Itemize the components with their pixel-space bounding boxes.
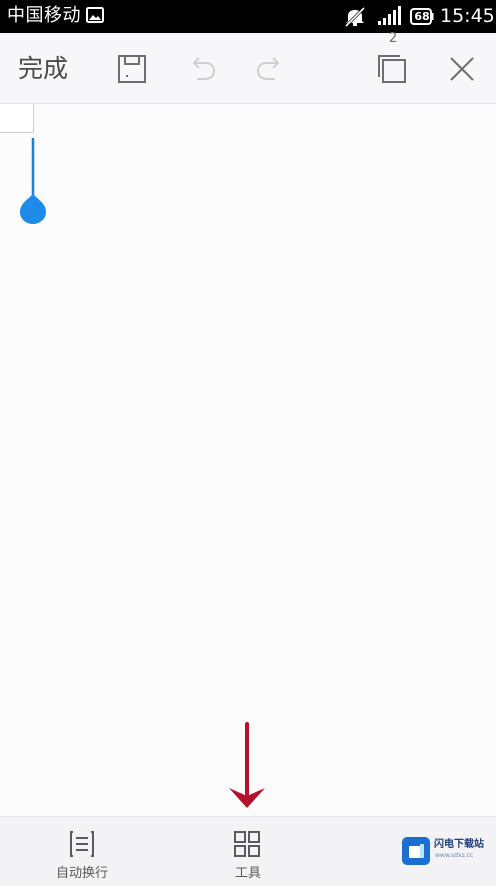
watermark-logo-icon	[402, 837, 430, 865]
done-button[interactable]: 完成	[18, 53, 68, 85]
status-bar: 中国移动 68 15:45	[0, 0, 496, 33]
signal-icon	[378, 6, 401, 25]
document-area[interactable]	[0, 104, 496, 816]
redo-icon[interactable]	[254, 53, 286, 85]
carrier-name: 中国移动	[7, 5, 81, 26]
close-icon[interactable]	[446, 53, 478, 85]
mute-icon	[344, 7, 366, 27]
auto-wrap-icon	[70, 831, 94, 857]
battery-icon: 68	[410, 8, 434, 25]
annotation-arrow	[229, 722, 265, 808]
clock: 15:45	[440, 5, 495, 27]
editor-screen: 中国移动 68 15:45 完成 2 自动换行 工具 闪电下载站 www.sdx…	[0, 0, 496, 886]
tools-label: 工具	[234, 866, 261, 881]
pages-icon[interactable]	[376, 53, 408, 85]
watermark-title: 闪电下载站	[434, 839, 484, 850]
image-icon	[86, 7, 104, 23]
watermark-url: www.sdxz.cc	[435, 852, 474, 859]
save-icon[interactable]	[116, 53, 148, 85]
undo-icon[interactable]	[186, 53, 218, 85]
watermark: 闪电下载站 www.sdxz.cc	[402, 837, 494, 867]
pages-count: 2	[388, 31, 398, 46]
grid-icon	[234, 831, 260, 857]
auto-wrap-button[interactable]: 自动换行	[40, 817, 124, 886]
tools-button[interactable]: 工具	[214, 817, 282, 886]
selected-cell[interactable]	[0, 104, 34, 133]
editor-toolbar: 完成	[0, 33, 496, 104]
cursor-handle[interactable]	[18, 138, 48, 228]
auto-wrap-label: 自动换行	[55, 866, 108, 881]
battery-level: 68	[414, 10, 430, 23]
